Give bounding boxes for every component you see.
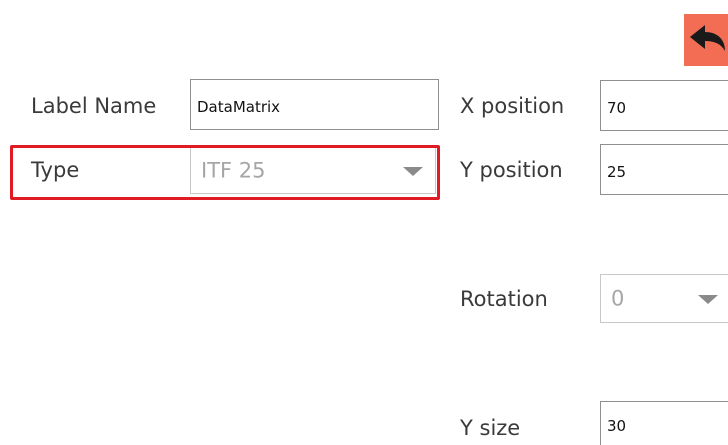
type-label: Type [31, 158, 80, 182]
label-name-input[interactable] [190, 79, 439, 130]
y-size-input[interactable] [600, 401, 728, 445]
y-position-input[interactable] [600, 144, 728, 195]
x-position-input[interactable] [600, 80, 728, 131]
label-name-label: Label Name [31, 94, 157, 118]
chevron-down-icon [698, 294, 718, 304]
rotation-selected-value: 0 [611, 286, 625, 310]
undo-arrow-icon [690, 25, 725, 51]
type-selected-value: ITF 25 [201, 158, 266, 182]
y-size-label: Y size [460, 416, 521, 440]
rotation-label: Rotation [460, 287, 548, 311]
y-position-label: Y position [460, 158, 563, 182]
back-button[interactable] [684, 14, 728, 66]
rotation-dropdown[interactable]: 0 [600, 274, 728, 323]
chevron-down-icon [403, 166, 423, 176]
type-dropdown[interactable]: ITF 25 [190, 147, 436, 194]
x-position-label: X position [460, 94, 565, 118]
